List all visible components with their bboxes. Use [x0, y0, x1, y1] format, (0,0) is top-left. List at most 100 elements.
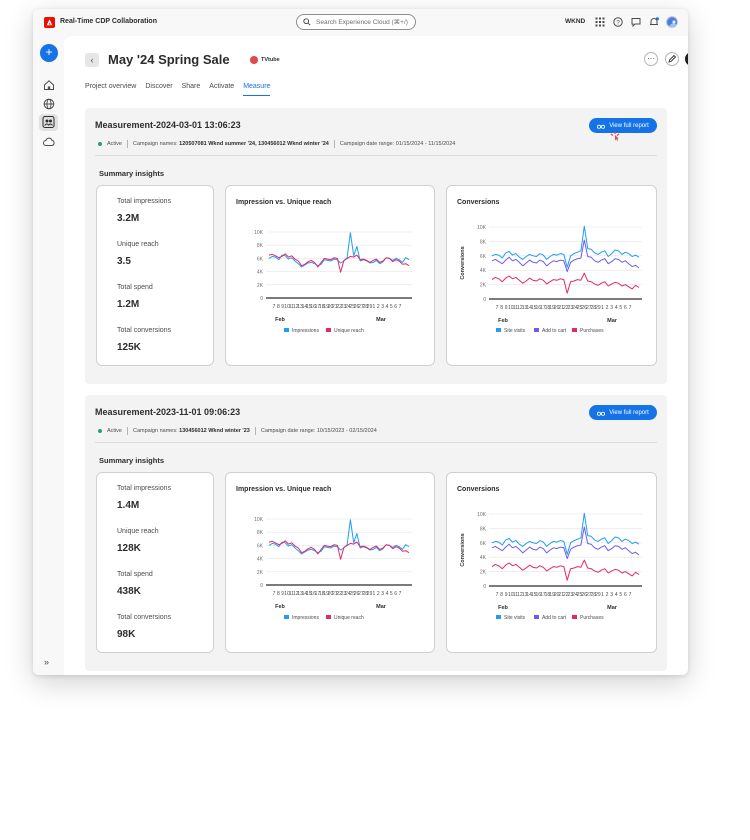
x-month-label: Feb — [275, 604, 285, 610]
legend-swatch — [284, 328, 289, 332]
legend-swatch — [326, 615, 331, 619]
y-tick-label: 0 — [260, 583, 263, 589]
x-tick-label: 7 — [399, 304, 402, 310]
cloud-icon[interactable] — [43, 136, 55, 148]
legend-swatch — [326, 328, 331, 332]
x-tick-label: 29 — [595, 592, 601, 598]
kpi-value-impressions: 1.4M — [117, 500, 140, 511]
legend-swatch — [534, 328, 539, 332]
x-month-label: Mar — [607, 605, 618, 611]
kpi-value-unique-reach: 3.5 — [117, 256, 131, 267]
collaboration-nav-item[interactable] — [39, 114, 58, 131]
edit-button[interactable] — [665, 52, 679, 66]
x-tick-label: 2 — [606, 592, 609, 598]
legend-swatch — [284, 615, 289, 619]
add-button[interactable]: + — [685, 52, 688, 66]
kpi-label-spend: Total spend — [117, 571, 153, 578]
date-range-value: 10/15/2023 - 02/15/2024 — [316, 428, 377, 434]
x-tick-label: 6 — [624, 592, 627, 598]
help-icon[interactable]: ? — [613, 17, 623, 27]
tab-project-overview[interactable]: Project overview — [85, 83, 136, 96]
series-line — [268, 232, 410, 268]
status-dot — [98, 429, 102, 433]
kpi-card: Total impressions 1.4M Unique reach 128K… — [96, 472, 214, 653]
notification-bell-icon[interactable] — [649, 17, 659, 27]
series-line — [491, 512, 640, 555]
x-tick-label: 2 — [606, 305, 609, 311]
search-input[interactable]: Search Experience Cloud (⌘+/) — [296, 14, 416, 30]
back-button[interactable]: ‹ — [85, 53, 99, 67]
legend-swatch — [534, 615, 539, 619]
home-icon[interactable] — [43, 79, 55, 91]
summary-insights-heading: Summary insights — [99, 456, 165, 465]
org-switcher[interactable]: WKND — [565, 18, 585, 25]
chart-card-impressions: Impression vs. Unique reach 0 2K 4K 6K 8K 10K… — [225, 472, 435, 653]
feedback-icon[interactable] — [631, 17, 641, 27]
x-tick-label: 4 — [615, 305, 618, 311]
tab-discover[interactable]: Discover — [145, 83, 172, 96]
expand-rail-icon[interactable]: » — [44, 657, 49, 667]
y-tick-label: 8K — [480, 239, 487, 245]
kpi-label-impressions: Total impressions — [117, 485, 172, 492]
brand-badge: TVtube — [250, 56, 280, 64]
legend-label: Purchases — [580, 328, 604, 334]
date-range-label: Campaign date range: — [260, 428, 316, 434]
more-options-button[interactable]: ··· — [644, 52, 658, 66]
x-tick-label: 8 — [500, 305, 503, 311]
x-tick-label: 7 — [496, 305, 499, 311]
create-button[interactable]: + — [40, 44, 58, 62]
kpi-label-spend: Total spend — [117, 284, 153, 291]
x-tick-label: 6 — [624, 305, 627, 311]
x-tick-label: 2 — [377, 304, 380, 310]
y-axis-label: Conversions — [460, 533, 466, 566]
search-placeholder: Search Experience Cloud (⌘+/) — [316, 19, 408, 26]
x-tick-label: 7 — [496, 592, 499, 598]
y-tick-label: 2K — [257, 570, 264, 576]
x-tick-label: 4 — [615, 592, 618, 598]
tab-activate[interactable]: Activate — [209, 83, 234, 96]
x-month-label: Feb — [275, 317, 285, 323]
x-tick-label: 3 — [381, 591, 384, 597]
globe-icon[interactable] — [43, 98, 55, 110]
click-burst-icon — [610, 131, 620, 141]
tab-bar: Project overview Discover Share Activate… — [85, 83, 279, 96]
binoculars-icon — [597, 124, 606, 129]
left-rail: + » — [33, 36, 64, 675]
top-bar: Real-Time CDP Collaboration Search Exper… — [33, 9, 688, 36]
impressions-reach-chart: 02K4K6K8K10K7 8 9 1011121314151617181920212… — [254, 517, 412, 621]
measurement-meta: Active Campaign names: 120507081 Wknd su… — [98, 140, 455, 148]
kpi-label-unique-reach: Unique reach — [117, 241, 159, 248]
y-tick-label: 10K — [477, 225, 487, 231]
y-tick-label: 8K — [480, 526, 487, 532]
legend-label: Purchases — [580, 615, 604, 621]
summary-insights-heading: Summary insights — [99, 169, 165, 178]
x-month-label: Mar — [607, 318, 618, 324]
x-tick-label: 8 — [277, 304, 280, 310]
user-avatar[interactable] — [666, 16, 678, 28]
legend-label: Impressions — [292, 615, 319, 621]
tab-share[interactable]: Share — [182, 83, 201, 96]
x-tick-label: 6 — [394, 591, 397, 597]
y-tick-label: 8K — [257, 243, 264, 249]
y-axis-label: Conversions — [460, 246, 466, 279]
avatar-icon — [667, 18, 677, 27]
y-tick-label: 6K — [480, 254, 487, 260]
x-tick-label: 2 — [377, 591, 380, 597]
status-text: Active — [107, 141, 122, 147]
x-tick-label: 4 — [386, 591, 389, 597]
measurement-meta: Active Campaign names: 130456012 Wknd wi… — [98, 427, 377, 435]
view-full-report-button[interactable]: View full report — [589, 118, 657, 133]
kpi-label-unique-reach: Unique reach — [117, 528, 159, 535]
card-divider — [95, 442, 657, 443]
date-range-label: Campaign date range: — [339, 141, 395, 147]
y-tick-label: 10K — [477, 512, 487, 518]
app-grid-icon[interactable] — [595, 17, 605, 27]
measurement-card: Measurement-2023-11-01 09:06:23 View ful… — [85, 395, 667, 671]
view-full-report-button[interactable]: View full report — [589, 405, 657, 420]
legend-label: Unique reach — [334, 328, 364, 334]
kpi-value-spend: 438K — [117, 586, 141, 597]
adobe-logo-icon[interactable] — [44, 17, 55, 28]
legend-swatch — [496, 328, 501, 332]
tab-measure[interactable]: Measure — [243, 83, 271, 96]
tvtube-logo-icon — [250, 56, 258, 64]
